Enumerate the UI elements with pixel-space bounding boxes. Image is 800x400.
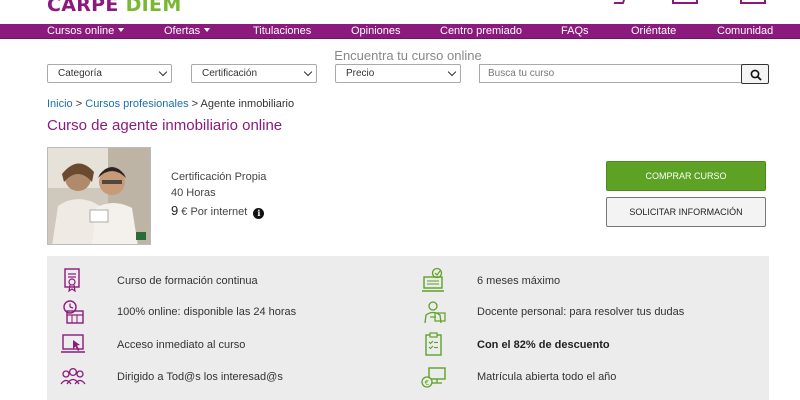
logo[interactable]: CARPE DIEM: [47, 0, 182, 16]
feature-text: Docente personal: para resolver tus duda…: [477, 306, 685, 318]
nav-item-label: Comunidad: [717, 25, 774, 37]
nav-item-orientate[interactable]: Oriéntate: [631, 25, 676, 37]
nav-item-ofertas[interactable]: Ofertas: [164, 25, 211, 37]
caret-down-icon: [204, 28, 211, 32]
feature-text: 100% online: disponible las 24 horas: [117, 306, 297, 318]
breadcrumb: Inicio > Cursos profesionales > Agente i…: [47, 98, 294, 110]
nav-item-label: Cursos online: [47, 25, 115, 37]
logo-word-diem: DIEM: [125, 0, 182, 16]
price-select[interactable]: Precio: [335, 64, 461, 83]
buy-course-button[interactable]: COMPRAR CURSO: [606, 161, 766, 191]
cart-icon[interactable]: [740, 0, 766, 4]
nav-item-comunidad[interactable]: Comunidad: [717, 25, 773, 37]
category-select[interactable]: Categoría: [47, 64, 172, 83]
nav-item-label: FAQs: [561, 25, 589, 37]
search-placeholder: Busca tu curso: [488, 68, 555, 79]
select-value: Precio: [346, 68, 375, 79]
page-title: Curso de agente inmobiliario online: [47, 117, 283, 134]
feature-text: Con el 82% de descuento: [477, 339, 610, 351]
search-icon: [750, 69, 762, 81]
info-icon[interactable]: i: [253, 208, 265, 219]
breadcrumb-separator: >: [191, 98, 199, 110]
certificate-icon: [64, 268, 80, 293]
svg-text:€: €: [425, 379, 429, 387]
feature-text: Dirigido a Tod@s los interesad@s: [117, 371, 283, 383]
request-info-button[interactable]: SOLICITAR INFORMACIÓN: [606, 197, 766, 227]
course-image: [47, 147, 151, 245]
nav-item-titulaciones[interactable]: Titulaciones: [253, 25, 311, 37]
nav-item-centro-premiado[interactable]: Centro premiado: [440, 25, 522, 37]
checklist-icon: [425, 332, 442, 356]
nav-item-label: Opiniones: [351, 25, 401, 37]
group-icon: [60, 367, 86, 385]
search-input[interactable]: Busca tu curso: [479, 64, 743, 83]
nav-item-opiniones[interactable]: Opiniones: [351, 25, 401, 37]
chevron-down-icon: [303, 67, 313, 77]
breadcrumb-current: Agente inmobiliario: [200, 98, 295, 110]
laptop-click-icon: [61, 334, 85, 353]
feature-text: Curso de formación continua: [117, 275, 258, 287]
search-title: Encuentra tu curso online: [334, 48, 482, 63]
select-value: Categoría: [58, 68, 102, 79]
nav-item-label: Titulaciones: [253, 25, 312, 37]
phone-icon[interactable]: [613, 0, 627, 4]
enrollment-computer-icon: €: [421, 367, 446, 388]
price-line: 9 € Por internet i: [171, 203, 265, 219]
nav-item-label: Ofertas: [164, 25, 201, 37]
hours-label: 40 Horas: [171, 187, 216, 199]
breadcrumb-separator: >: [75, 98, 83, 110]
search-button[interactable]: [741, 64, 769, 84]
course-photo-illustration: [48, 148, 150, 244]
nav-item-label: Centro premiado: [440, 25, 522, 37]
nav-item-cursos-online[interactable]: Cursos online: [47, 25, 125, 37]
select-value: Certificación: [202, 68, 258, 79]
user-icon[interactable]: [672, 0, 698, 4]
caret-down-icon: [118, 28, 125, 32]
feature-text: 6 meses máximo: [477, 275, 561, 287]
nav-item-faqs[interactable]: FAQs: [561, 25, 589, 37]
feature-text: Acceso inmediato al curso: [117, 339, 246, 351]
logo-word-carpe: CARPE: [47, 0, 119, 16]
price-amount: 9: [171, 203, 179, 218]
main-nav: Cursos online Ofertas Titulaciones Opini…: [0, 24, 800, 39]
certification-label: Certificación Propia: [171, 171, 267, 183]
certification-select[interactable]: Certificación: [191, 64, 317, 83]
breadcrumb-section-link[interactable]: Cursos profesionales: [85, 98, 188, 110]
breadcrumb-home-link[interactable]: Inicio: [47, 98, 73, 110]
feature-text: Matrícula abierta todo el año: [477, 371, 617, 383]
computer-clock-icon: [422, 267, 444, 292]
calendar-clock-icon: [63, 300, 84, 324]
nav-item-label: Oriéntate: [631, 25, 677, 37]
chevron-down-icon: [447, 67, 457, 77]
price-suffix: € Por internet: [181, 206, 248, 218]
chevron-down-icon: [158, 67, 168, 77]
header: CARPE DIEM: [0, 0, 800, 24]
features-panel: Curso de formación continua 100% online:…: [47, 256, 769, 400]
teacher-icon: [424, 301, 446, 324]
